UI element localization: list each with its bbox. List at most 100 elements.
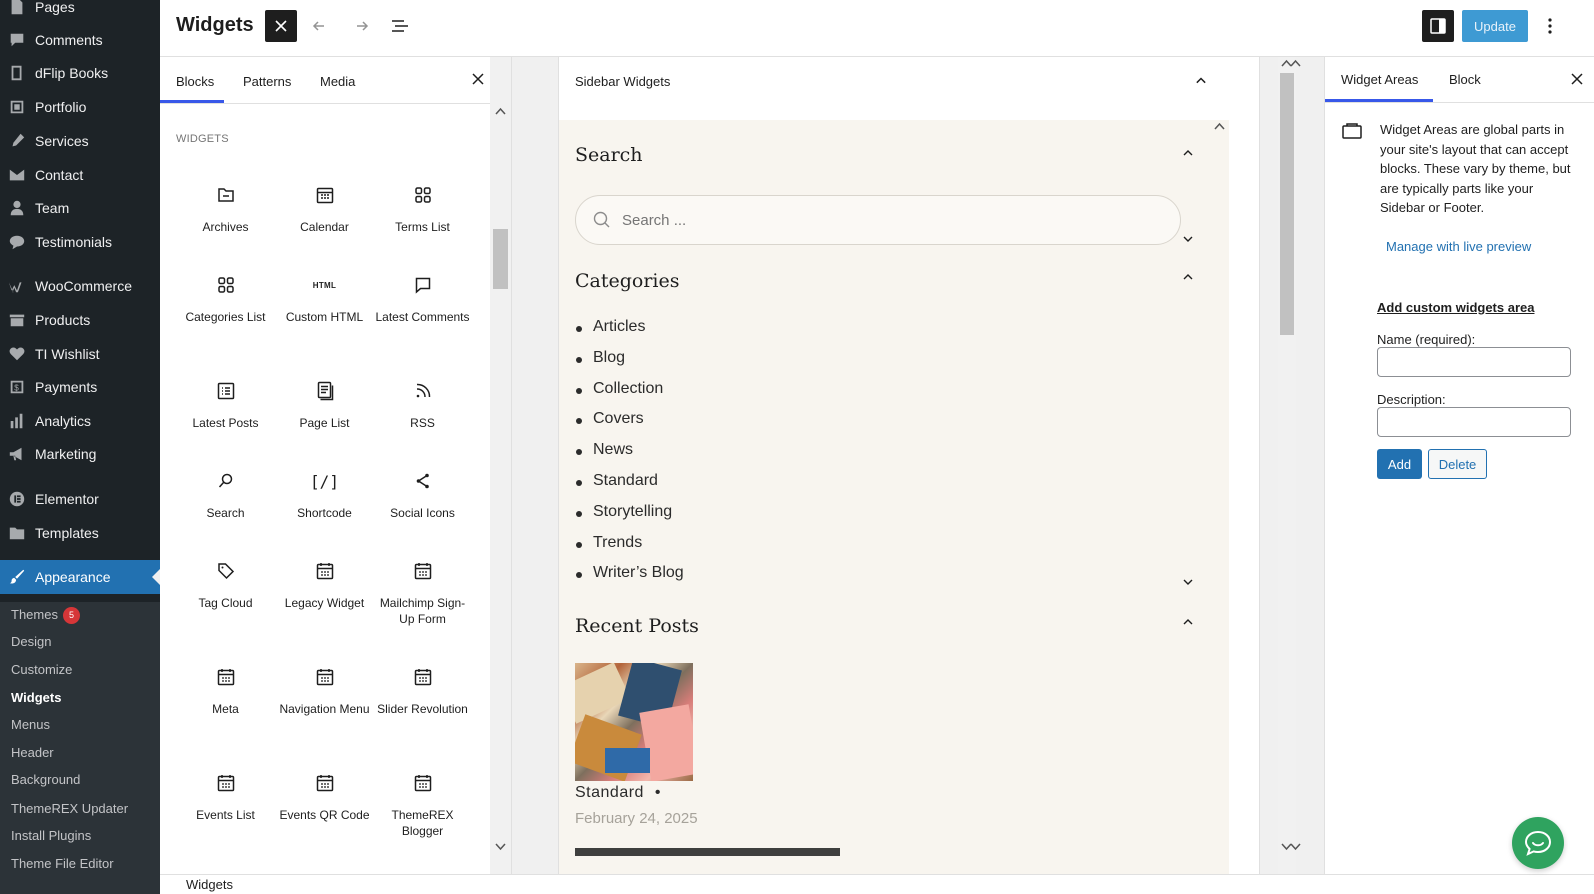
category-link[interactable]: Covers xyxy=(593,410,644,428)
breadcrumb[interactable]: Widgets xyxy=(186,877,233,892)
tab-block[interactable]: Block xyxy=(1449,72,1481,87)
update-button[interactable]: Update xyxy=(1462,10,1528,42)
submenu-themerex-updater[interactable]: ThemeREX Updater xyxy=(11,799,128,819)
menu-item-dflip-books[interactable]: dFlip Books xyxy=(0,56,160,90)
delete-area-button[interactable]: Delete xyxy=(1428,449,1487,479)
block-item-latest-comments[interactable]: Latest Comments xyxy=(373,273,472,325)
menu-item-products[interactable]: Products xyxy=(0,303,160,337)
manage-live-preview-link[interactable]: Manage with live preview xyxy=(1386,239,1531,254)
scrollbar-thumb[interactable] xyxy=(493,229,508,289)
redo-button[interactable] xyxy=(344,10,376,42)
submenu-widgets[interactable]: Widgets xyxy=(11,688,61,708)
tab-media[interactable]: Media xyxy=(320,74,355,89)
post-category[interactable]: Standard • xyxy=(575,784,661,802)
menu-item-testimonials[interactable]: Testimonials xyxy=(0,225,160,259)
submenu-header[interactable]: Header xyxy=(11,743,54,763)
block-item-page-list[interactable]: Page List xyxy=(275,379,374,431)
menu-item-elementor[interactable]: Elementor xyxy=(0,482,160,516)
category-link[interactable]: Standard xyxy=(593,472,658,490)
menu-item-marketing[interactable]: Marketing xyxy=(0,437,160,471)
close-settings-button[interactable] xyxy=(1567,69,1587,89)
inserter-scrollbar[interactable] xyxy=(490,57,511,874)
submenu-customize[interactable]: Customize xyxy=(11,660,72,680)
search-block[interactable] xyxy=(575,195,1181,245)
submenu-background[interactable]: Background xyxy=(11,770,80,790)
block-item-calendar[interactable]: Calendar xyxy=(275,183,374,235)
editor-footer: Widgets xyxy=(160,874,1594,894)
tab-widget-areas[interactable]: Widget Areas xyxy=(1341,72,1418,87)
block-item-events-list[interactable]: Events List xyxy=(176,771,275,823)
move-up-icon[interactable] xyxy=(1182,616,1194,628)
block-item-label: Latest Comments xyxy=(375,310,470,324)
block-item-events-qr-code[interactable]: Events QR Code xyxy=(275,771,374,823)
block-item-terms-list[interactable]: Terms List xyxy=(373,183,472,235)
block-item-latest-posts[interactable]: Latest Posts xyxy=(176,379,275,431)
submenu-design[interactable]: Design xyxy=(11,632,51,652)
widget-area-sidebar[interactable]: Sidebar Widgets Search Categories Articl… xyxy=(558,57,1260,874)
tab-blocks[interactable]: Blocks xyxy=(176,74,214,89)
category-link[interactable]: Collection xyxy=(593,380,663,398)
block-item-search[interactable]: Search xyxy=(176,469,275,521)
category-link[interactable]: Storytelling xyxy=(593,503,672,521)
block-item-tag-cloud[interactable]: Tag Cloud xyxy=(176,559,275,611)
menu-item-services[interactable]: Services xyxy=(0,124,160,158)
menu-item-appearance[interactable]: Appearance xyxy=(0,560,160,594)
menu-item-payments[interactable]: $ Payments xyxy=(0,370,160,404)
close-inserter-x[interactable] xyxy=(468,69,488,89)
block-item-navigation-menu[interactable]: Navigation Menu xyxy=(275,665,374,717)
add-area-button[interactable]: Add xyxy=(1377,449,1422,479)
search-input[interactable] xyxy=(622,208,1142,232)
menu-label: TI Wishlist xyxy=(35,346,100,362)
menu-item-analytics[interactable]: Analytics xyxy=(0,404,160,438)
pages-icon xyxy=(275,379,374,403)
block-item-archives[interactable]: Archives xyxy=(176,183,275,235)
menu-item-comments[interactable]: Comments xyxy=(0,23,160,57)
move-up-icon[interactable] xyxy=(1182,147,1194,159)
menu-item-woocommerce[interactable]: WooCommerce xyxy=(0,269,160,303)
block-item-shortcode[interactable]: [/] Shortcode xyxy=(275,469,374,521)
block-item-label: Navigation Menu xyxy=(279,702,370,716)
move-up-icon[interactable] xyxy=(1182,271,1194,283)
menu-item-contact[interactable]: Contact xyxy=(0,158,160,192)
block-item-mailchimp-sign-up-form[interactable]: Mailchimp Sign-Up Form xyxy=(373,559,472,627)
move-down-icon[interactable] xyxy=(1182,233,1194,245)
submenu-install-plugins[interactable]: Install Plugins xyxy=(11,826,91,846)
name-field[interactable] xyxy=(1377,347,1571,377)
submenu-theme-file-editor[interactable]: Theme File Editor xyxy=(11,854,114,874)
block-item-rss[interactable]: RSS xyxy=(373,379,472,431)
move-down-icon[interactable] xyxy=(1182,576,1194,588)
settings-toggle-button[interactable] xyxy=(1422,10,1454,42)
collapse-area-button[interactable] xyxy=(1191,71,1211,91)
menu-item-templates[interactable]: Templates xyxy=(0,516,160,550)
menu-item-ti-wishlist[interactable]: TI Wishlist xyxy=(0,337,160,371)
category-link[interactable]: Articles xyxy=(593,318,645,336)
settings-sidebar: Widget Areas Block Widget Areas are glob… xyxy=(1290,57,1594,874)
menu-item-portfolio[interactable]: Portfolio xyxy=(0,90,160,124)
content-scrollbar[interactable] xyxy=(1211,120,1229,874)
category-link[interactable]: Trends xyxy=(593,534,642,552)
canvas-right-scrollbar[interactable] xyxy=(1287,57,1305,874)
block-item-social-icons[interactable]: Social Icons xyxy=(373,469,472,521)
list-view-button[interactable] xyxy=(384,10,416,42)
menu-item-pages[interactable]: Pages xyxy=(0,0,160,24)
menu-item-team[interactable]: Team xyxy=(0,191,160,225)
block-item-categories-list[interactable]: Categories List xyxy=(176,273,275,325)
live-chat-button[interactable] xyxy=(1512,817,1564,869)
block-item-legacy-widget[interactable]: Legacy Widget xyxy=(275,559,374,611)
post-thumbnail[interactable] xyxy=(575,663,693,781)
block-item-custom-html[interactable]: HTML Custom HTML xyxy=(275,273,374,325)
block-item-slider-revolution[interactable]: Slider Revolution xyxy=(373,665,472,717)
undo-button[interactable] xyxy=(305,10,337,42)
submenu-themes[interactable]: Themes 5 xyxy=(11,605,80,625)
category-link[interactable]: Writer’s Blog xyxy=(593,564,684,582)
submenu-menus[interactable]: Menus xyxy=(11,715,50,735)
category-link[interactable]: News xyxy=(593,441,633,459)
close-inserter-button[interactable] xyxy=(265,10,297,42)
block-item-themerex-blogger[interactable]: ThemeREX Blogger xyxy=(373,771,472,839)
description-field[interactable] xyxy=(1377,407,1571,437)
category-link[interactable]: Blog xyxy=(593,349,625,367)
widget-area-title[interactable]: Sidebar Widgets xyxy=(575,74,670,89)
options-button[interactable] xyxy=(1538,10,1562,42)
tab-patterns[interactable]: Patterns xyxy=(243,74,291,89)
block-item-meta[interactable]: Meta xyxy=(176,665,275,717)
